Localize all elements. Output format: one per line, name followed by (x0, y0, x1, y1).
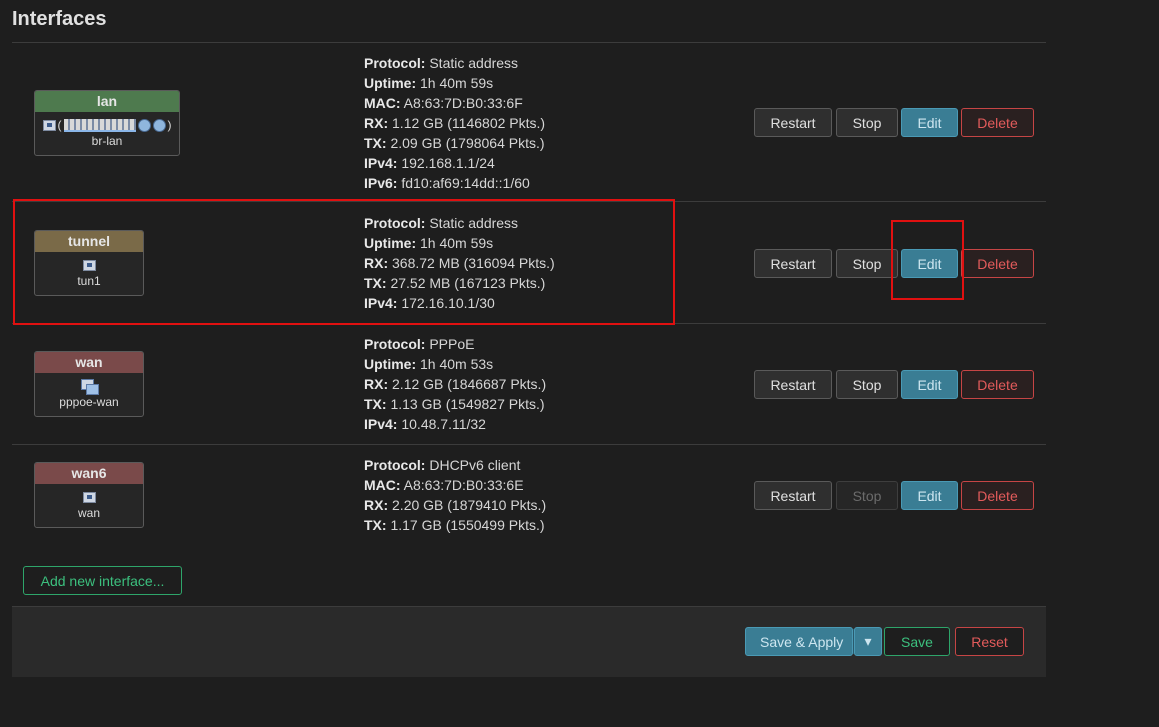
paren-close: ) (167, 118, 172, 132)
info-line: MAC: A8:63:7D:B0:33:6E (364, 477, 524, 493)
badge-icons-wan (35, 377, 143, 395)
badge-device-wan: pppoe-wan (59, 395, 119, 409)
info-line: IPv4: 192.168.1.1/24 (364, 155, 495, 171)
paren-open: ( (57, 118, 62, 132)
interface-badge-wan: wan pppoe-wan (34, 351, 144, 417)
save-apply-button[interactable]: Save & Apply (745, 627, 853, 656)
interface-info-wan6: Protocol: DHCPv6 client MAC: A8:63:7D:B0… (364, 455, 546, 535)
info-line: RX: 2.12 GB (1846687 Pkts.) (364, 376, 547, 392)
interface-info-lan: Protocol: Static address Uptime: 1h 40m … (364, 53, 545, 193)
interface-badge-lan: lan ( ) br-lan (34, 90, 180, 156)
delete-button-tunnel[interactable]: Delete (961, 249, 1034, 278)
page-title: Interfaces (12, 8, 107, 30)
interface-info-wan: Protocol: PPPoE Uptime: 1h 40m 53s RX: 2… (364, 334, 546, 434)
bridge-icon (63, 118, 136, 132)
highlight-box-tunnel-row (13, 199, 675, 325)
badge-device-lan: br-lan (91, 134, 123, 148)
info-line: Uptime: 1h 40m 53s (364, 356, 494, 372)
stop-button-wan6[interactable]: Stop (836, 481, 898, 510)
edit-button-wan6[interactable]: Edit (901, 481, 958, 510)
save-button[interactable]: Save (884, 627, 950, 656)
badge-icons-lan: ( ) (35, 116, 179, 134)
stop-button-wan[interactable]: Stop (836, 370, 898, 399)
info-line: TX: 1.13 GB (1549827 Pkts.) (364, 396, 545, 412)
info-line: RX: 2.20 GB (1879410 Pkts.) (364, 497, 547, 513)
footer-actions: Save & Apply ▾ Save Reset (12, 606, 1046, 677)
info-line: TX: 1.17 GB (1550499 Pkts.) (364, 517, 545, 533)
badge-header-wan: wan (35, 352, 143, 373)
pppoe-icon (81, 379, 99, 395)
badge-icons-wan6 (35, 488, 143, 506)
badge-device-wan6: wan (77, 506, 100, 520)
interface-row-lan: lan ( ) br-lan Protocol: Static address … (12, 43, 1046, 202)
ethernet-icon (42, 119, 56, 131)
restart-button-lan[interactable]: Restart (754, 108, 832, 137)
badge-header-lan: lan (35, 91, 179, 112)
info-line: TX: 2.09 GB (1798064 Pkts.) (364, 135, 545, 151)
interface-row-wan6: wan6 wan Protocol: DHCPv6 client MAC: A8… (12, 445, 1046, 545)
restart-button-wan[interactable]: Restart (754, 370, 832, 399)
info-line: Protocol: DHCPv6 client (364, 457, 521, 473)
delete-button-wan[interactable]: Delete (961, 370, 1034, 399)
info-line: IPv6: fd10:af69:14dd::1/60 (364, 175, 530, 191)
info-line: RX: 1.12 GB (1146802 Pkts.) (364, 115, 546, 131)
interface-row-wan: wan pppoe-wan Protocol: PPPoE Uptime: 1h… (12, 324, 1046, 445)
edit-button-lan[interactable]: Edit (901, 108, 958, 137)
save-apply-dropdown[interactable]: ▾ (854, 627, 882, 656)
edit-button-wan[interactable]: Edit (901, 370, 958, 399)
wifi-icon (137, 118, 151, 132)
badge-body-wan: pppoe-wan (35, 373, 143, 409)
stop-button-tunnel[interactable]: Stop (836, 249, 898, 278)
wifi-icon (152, 118, 166, 132)
delete-button-wan6[interactable]: Delete (961, 481, 1034, 510)
info-line: Protocol: Static address (364, 55, 519, 71)
restart-button-wan6[interactable]: Restart (754, 481, 832, 510)
add-interface-button[interactable]: Add new interface... (23, 566, 182, 595)
info-line: IPv4: 10.48.7.11/32 (364, 416, 486, 432)
badge-header-wan6: wan6 (35, 463, 143, 484)
info-line: MAC: A8:63:7D:B0:33:6F (364, 95, 523, 111)
reset-button[interactable]: Reset (955, 627, 1024, 656)
badge-body-lan: ( ) br-lan (35, 112, 179, 148)
interface-badge-wan6: wan6 wan (34, 462, 144, 528)
stop-button-lan[interactable]: Stop (836, 108, 898, 137)
delete-button-lan[interactable]: Delete (961, 108, 1034, 137)
info-line: Uptime: 1h 40m 59s (364, 75, 494, 91)
ethernet-icon (82, 491, 96, 503)
badge-body-wan6: wan (35, 484, 143, 520)
highlight-box-edit-button (891, 220, 964, 300)
restart-button-tunnel[interactable]: Restart (754, 249, 832, 278)
info-line: Protocol: PPPoE (364, 336, 475, 352)
